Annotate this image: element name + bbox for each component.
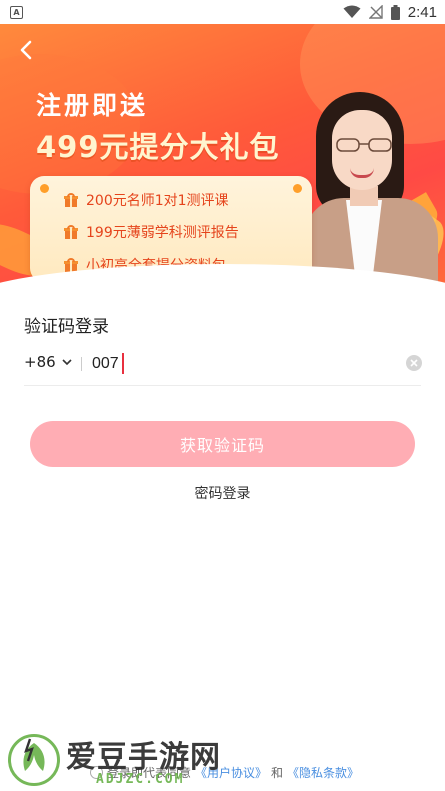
login-title: 验证码登录 xyxy=(24,317,109,337)
presenter-illustration xyxy=(300,88,440,296)
app-notification-icon: A xyxy=(10,5,23,19)
card-dot xyxy=(293,184,302,193)
country-code-selector[interactable]: +86 xyxy=(24,353,72,371)
promo-title-line2: 499元提分大礼包 xyxy=(36,130,280,164)
promo-item-label: 200元名师1对1测评课 xyxy=(86,193,229,209)
chevron-down-icon xyxy=(62,358,72,365)
input-divider xyxy=(81,357,82,371)
phone-input[interactable] xyxy=(92,350,392,378)
promo-item-label: 199元薄弱学科测评报告 xyxy=(86,225,239,241)
agreement-and: 和 xyxy=(271,766,284,780)
gift-icon xyxy=(64,225,78,239)
back-button[interactable] xyxy=(14,38,38,62)
promo-banner: 注册即送 499元提分大礼包 200元名师1对1测评课 199元薄弱学科测评报告… xyxy=(0,24,445,296)
clear-input-button[interactable] xyxy=(406,355,422,371)
promo-item: 199元薄弱学科测评报告 xyxy=(64,222,239,242)
card-dot xyxy=(40,184,49,193)
wifi-icon xyxy=(343,5,361,18)
promo-title-line1: 注册即送 xyxy=(36,91,149,120)
status-bar: A 2:41 xyxy=(0,0,445,24)
privacy-policy-link[interactable]: 《隐私条款》 xyxy=(287,764,359,781)
status-time: 2:41 xyxy=(407,3,437,21)
gift-icon xyxy=(64,193,78,207)
get-code-button[interactable]: 获取验证码 xyxy=(30,421,415,467)
close-icon xyxy=(410,359,418,367)
site-watermark: 爱豆手游网 ADJZC.COM xyxy=(8,732,221,787)
input-underline xyxy=(24,385,421,386)
battery-icon xyxy=(390,4,400,20)
no-signal-icon xyxy=(368,5,383,19)
promo-item: 200元名师1对1测评课 xyxy=(64,190,229,210)
password-login-link[interactable]: 密码登录 xyxy=(0,483,445,503)
watermark-logo-icon xyxy=(8,733,60,786)
country-code-label: +86 xyxy=(24,353,56,371)
chevron-left-icon xyxy=(20,40,32,60)
text-cursor xyxy=(122,353,124,374)
watermark-name: 爱豆手游网 xyxy=(66,740,221,775)
